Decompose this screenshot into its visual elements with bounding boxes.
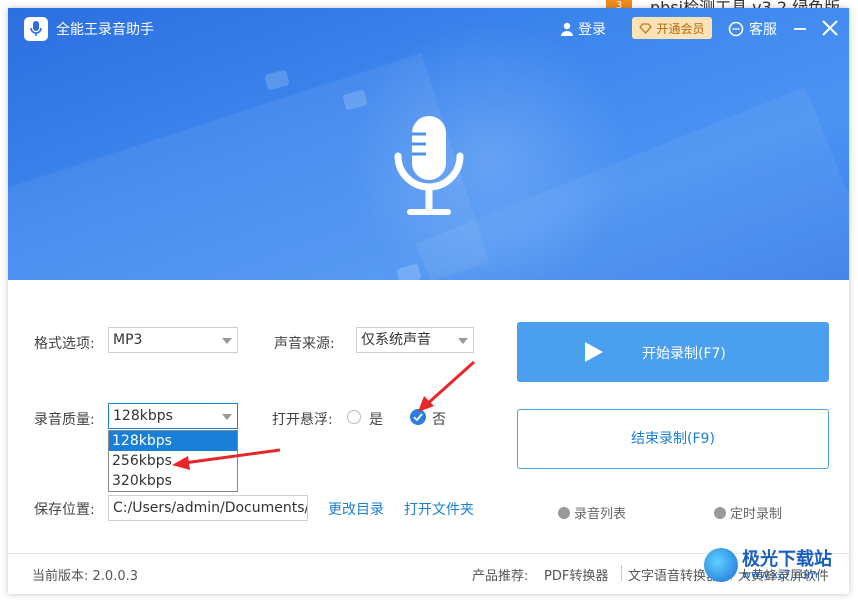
login-label: 登录 (578, 22, 606, 38)
timer-record-label: 定时录制 (730, 507, 783, 522)
minimize-icon (794, 28, 806, 30)
start-record-button[interactable]: 开始录制(F7) (517, 322, 829, 382)
quality-dropdown: 128kbps 256kbps 320kbps (108, 430, 238, 492)
footer-separator (621, 565, 622, 581)
app-logo-icon (24, 17, 48, 41)
watermark-name: 极光下载站 (742, 548, 832, 570)
login-button[interactable]: 登录 (560, 19, 606, 39)
microphone-icon (394, 116, 464, 215)
quality-option-256[interactable]: 256kbps (109, 451, 237, 471)
stop-record-button[interactable]: 结束录制(F9) (517, 409, 829, 469)
float-label: 打开悬浮: (272, 412, 333, 428)
chevron-down-icon (222, 414, 232, 420)
float-no-radio[interactable] (410, 409, 426, 425)
chevron-down-icon (458, 338, 468, 344)
app-title: 全能王录音助手 (56, 22, 154, 38)
record-list-label: 录音列表 (574, 507, 627, 522)
play-icon (585, 342, 603, 362)
float-yes-label: 是 (369, 412, 383, 428)
diamond-icon (639, 22, 653, 34)
source-select[interactable]: 仅系统声音 (356, 327, 474, 353)
version-value: 2.0.0.3 (92, 569, 139, 584)
source-label: 声音来源: (274, 336, 335, 352)
save-path-input[interactable]: C:/Users/admin/Documents/3 (108, 495, 308, 521)
change-dir-link[interactable]: 更改目录 (328, 499, 384, 519)
timer-record-button[interactable]: 定时录制 (714, 503, 782, 522)
hero-banner: 全能王录音助手 登录 开通会员 客服 (8, 8, 849, 280)
close-icon (822, 20, 838, 36)
chevron-down-icon (222, 338, 232, 344)
save-label: 保存位置: (34, 502, 95, 518)
open-folder-link[interactable]: 打开文件夹 (404, 499, 474, 519)
quality-value: 128kbps (113, 408, 173, 424)
recommend-label: 产品推荐: (472, 569, 529, 584)
watermark-url: www.xz7.com (742, 567, 818, 581)
title-bar: 全能王录音助手 登录 开通会员 客服 (8, 8, 849, 48)
source-value: 仅系统声音 (361, 332, 431, 348)
format-select[interactable]: MP3 (108, 327, 238, 353)
record-list-button[interactable]: 录音列表 (558, 503, 626, 522)
service-button[interactable]: 客服 (728, 19, 777, 39)
quality-select[interactable]: 128kbps (108, 403, 238, 429)
quality-option-320[interactable]: 320kbps (109, 471, 237, 491)
clock-icon (714, 506, 726, 519)
format-value: MP3 (113, 332, 143, 348)
app-window: 全能王录音助手 登录 开通会员 客服 格式选项: MP3 声音来源: 仅系统声音… (8, 8, 849, 594)
float-yes-radio[interactable] (347, 410, 361, 424)
vip-label: 开通会员 (656, 21, 705, 36)
product-pdf-link[interactable]: PDF转换器 (544, 565, 608, 584)
service-label: 客服 (749, 22, 777, 38)
vip-button[interactable]: 开通会员 (632, 17, 712, 39)
start-record-label: 开始录制(F7) (642, 346, 726, 362)
close-button[interactable] (820, 18, 840, 38)
check-icon (413, 413, 423, 422)
chat-icon (728, 21, 744, 37)
watermark: 极光下载站 www.xz7.com (704, 548, 832, 582)
watermark-logo-icon (704, 548, 738, 582)
mic-small-icon (558, 506, 570, 519)
user-icon (561, 22, 573, 36)
minimize-button[interactable] (790, 18, 810, 38)
format-label: 格式选项: (34, 336, 95, 352)
quality-option-128[interactable]: 128kbps (109, 431, 237, 451)
float-no-label: 否 (432, 412, 446, 428)
version-info: 当前版本: 2.0.0.3 (32, 565, 138, 584)
quality-label: 录音质量: (34, 412, 95, 428)
version-label: 当前版本: (32, 569, 89, 584)
